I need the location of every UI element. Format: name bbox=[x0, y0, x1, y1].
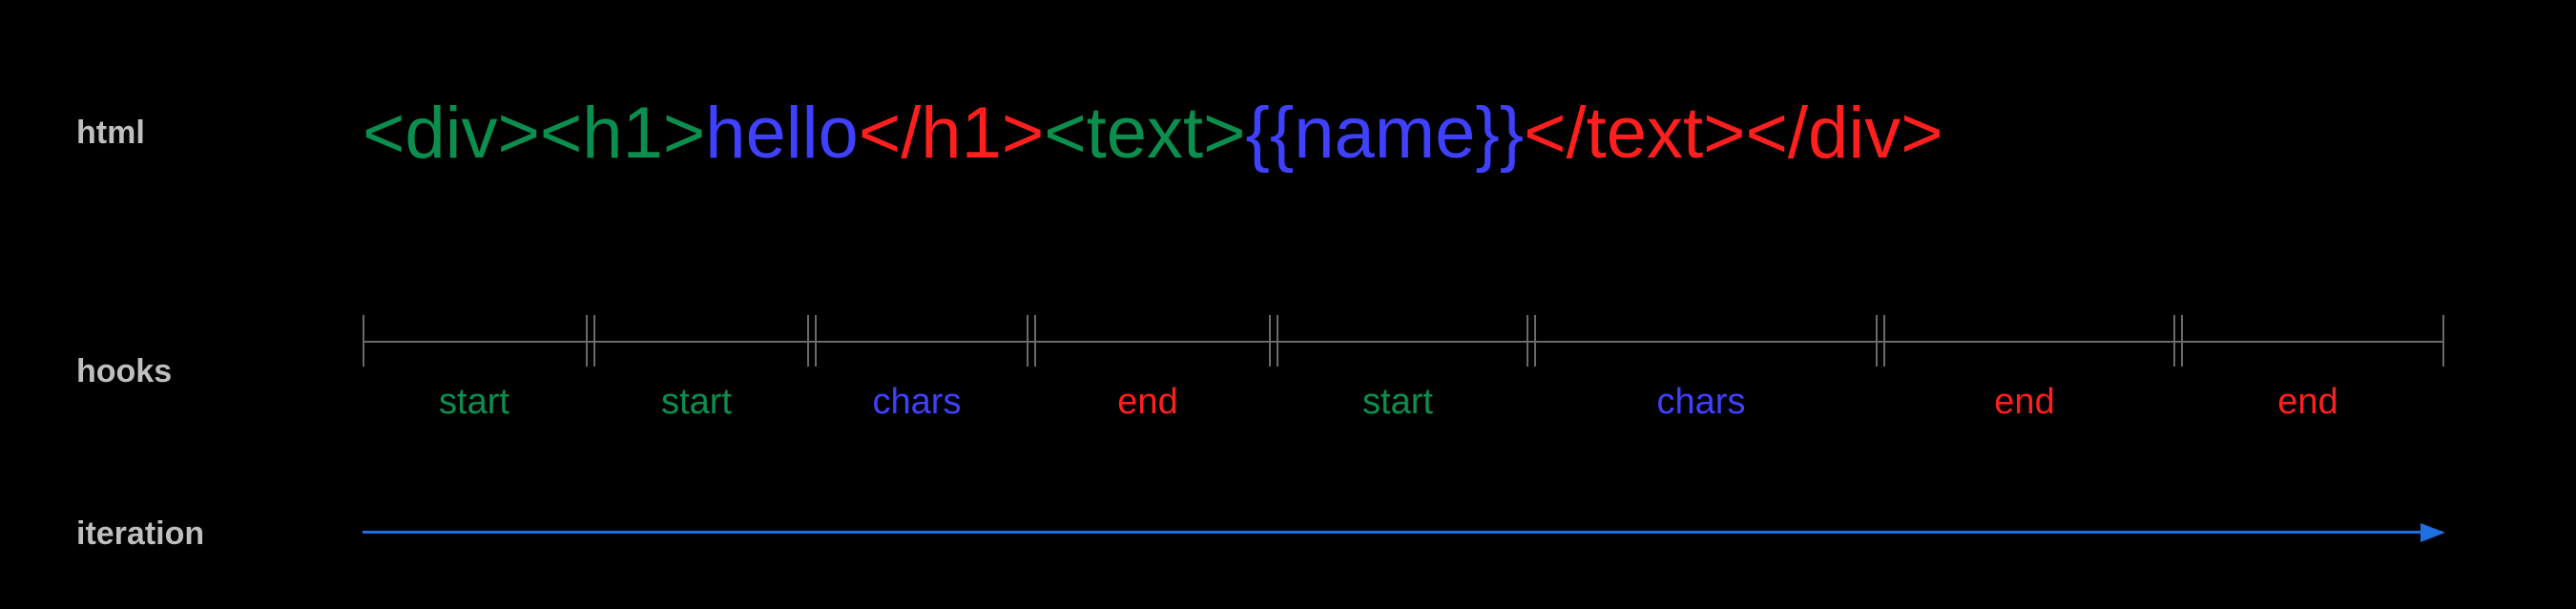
hooks-axis-line bbox=[363, 341, 2442, 343]
hook-label-0: start bbox=[439, 382, 509, 423]
html-token-5: {{name}} bbox=[1246, 92, 1525, 175]
iteration-arrow bbox=[363, 531, 2442, 534]
hook-label-4: start bbox=[1362, 382, 1433, 423]
hooks-tick-1 bbox=[586, 315, 588, 367]
row-label-hooks: hooks bbox=[76, 353, 172, 390]
hooks-tick-2 bbox=[807, 315, 809, 367]
html-token-row: <div><h1>hello</h1><text>{{name}}</text>… bbox=[363, 92, 1943, 175]
hooks-tick-8 bbox=[2442, 315, 2444, 367]
html-token-4: <text> bbox=[1044, 92, 1245, 175]
hook-label-5: chars bbox=[1657, 382, 1746, 423]
hooks-tick-3 bbox=[1027, 315, 1028, 367]
row-label-iteration: iteration bbox=[76, 515, 204, 553]
hooks-tick-6 bbox=[1876, 315, 1878, 367]
html-token-1: <h1> bbox=[540, 92, 705, 175]
hook-label-2: chars bbox=[873, 382, 962, 423]
html-token-2: hello bbox=[705, 92, 859, 175]
hooks-tick-5 bbox=[1527, 315, 1528, 367]
hooks-tick-7 bbox=[2173, 315, 2175, 367]
html-token-6: </text> bbox=[1524, 92, 1745, 175]
hook-label-1: start bbox=[661, 382, 732, 423]
hook-label-6: end bbox=[1994, 382, 2054, 423]
html-token-3: </h1> bbox=[859, 92, 1044, 175]
hooks-tick-4 bbox=[1269, 315, 1271, 367]
hook-label-3: end bbox=[1117, 382, 1177, 423]
hook-label-7: end bbox=[2277, 382, 2337, 423]
diagram-stage: html hooks iteration <div><h1>hello</h1>… bbox=[0, 0, 2576, 609]
html-token-0: <div> bbox=[363, 92, 540, 175]
hooks-tick-0 bbox=[363, 315, 364, 367]
html-token-7: </div> bbox=[1746, 92, 1943, 175]
row-label-html: html bbox=[76, 115, 145, 152]
